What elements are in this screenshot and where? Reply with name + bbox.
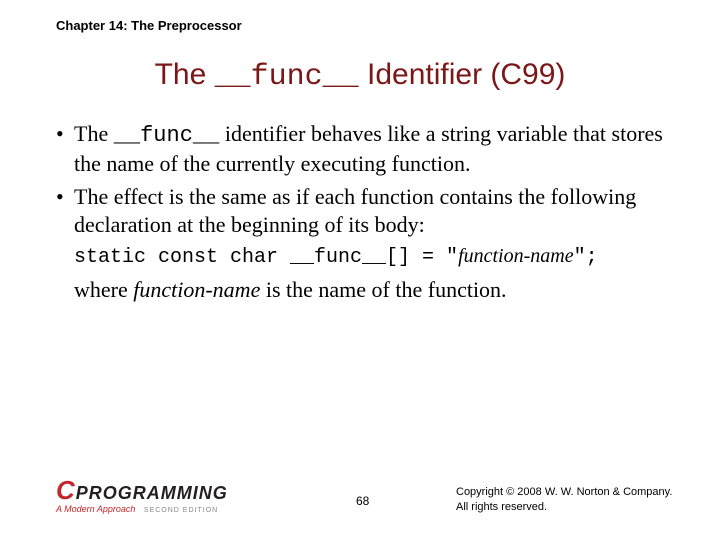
after-pre: where [74, 277, 133, 302]
title-pre: The [155, 58, 215, 91]
code-declaration: static const char __func__[] = "function… [74, 244, 664, 270]
bullet-item: • The __func__ identifier behaves like a… [56, 120, 664, 177]
copyright-line2: All rights reserved. [456, 500, 672, 514]
after-ital: function-name [133, 277, 260, 302]
slide-body: • The __func__ identifier behaves like a… [56, 120, 664, 304]
bullet-text: The __func__ identifier behaves like a s… [74, 120, 664, 177]
text-run: The [74, 121, 114, 146]
code-ital: function-name [458, 245, 574, 267]
after-text: where function-name is the name of the f… [74, 276, 664, 304]
bullet-text: The effect is the same as if each functi… [74, 183, 664, 238]
code-post: "; [574, 246, 598, 269]
footer: C PROGRAMMING A Modern Approach SECOND E… [56, 472, 680, 520]
logo-top: C PROGRAMMING [56, 475, 228, 506]
chapter-label: Chapter 14: The Preprocessor [56, 18, 242, 33]
bullet-item: • The effect is the same as if each func… [56, 183, 664, 238]
logo-programming: PROGRAMMING [76, 483, 228, 504]
logo-sub-text: A Modern Approach [56, 504, 135, 514]
logo-subtitle: A Modern Approach SECOND EDITION [56, 504, 228, 514]
slide: Chapter 14: The Preprocessor The __func_… [0, 0, 720, 540]
copyright: Copyright © 2008 W. W. Norton & Company.… [456, 485, 672, 514]
logo-c: C [56, 475, 74, 506]
text-run: The effect is the same as if each functi… [74, 184, 636, 237]
logo-edition: SECOND EDITION [144, 507, 218, 514]
title-code: __func__ [215, 60, 359, 94]
title-post: Identifier (C99) [359, 58, 566, 91]
after-post: is the name of the function. [260, 277, 506, 302]
page-number: 68 [356, 494, 369, 508]
copyright-line1: Copyright © 2008 W. W. Norton & Company. [456, 485, 672, 499]
bullet-dot: • [56, 120, 74, 177]
text-run-mono: __func__ [114, 123, 220, 148]
book-logo: C PROGRAMMING A Modern Approach SECOND E… [56, 475, 228, 514]
code-pre: static const char __func__[] = " [74, 246, 458, 269]
slide-title: The __func__ Identifier (C99) [0, 58, 720, 94]
bullet-dot: • [56, 183, 74, 238]
